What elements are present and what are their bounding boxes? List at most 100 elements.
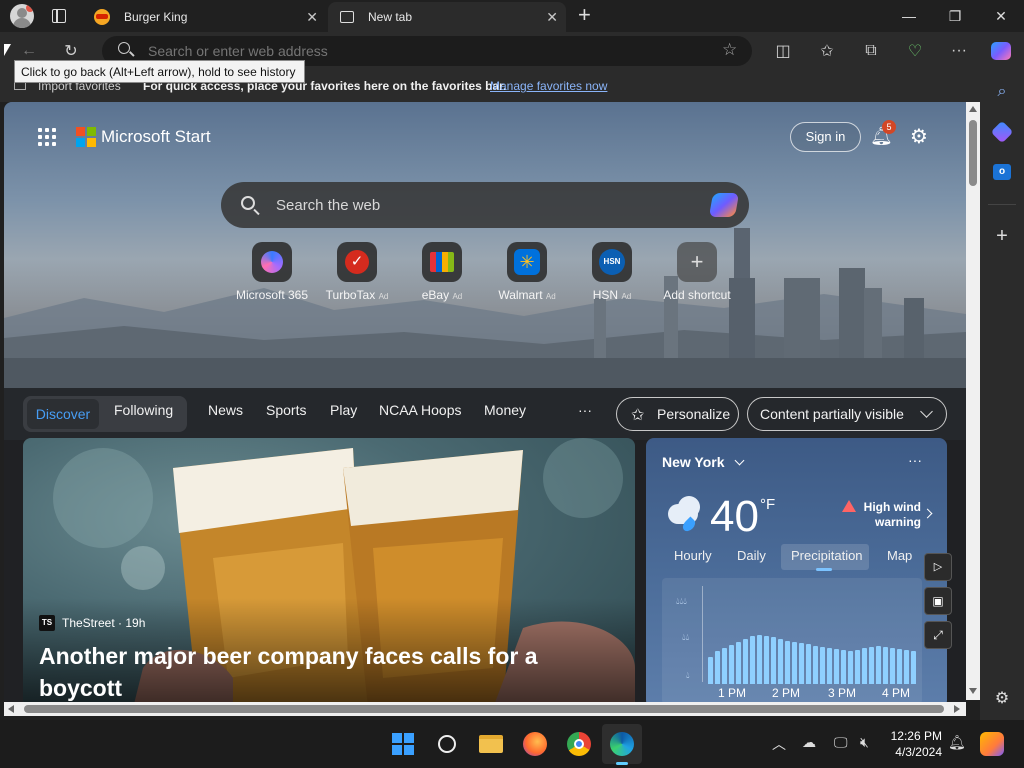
scroll-right-arrow[interactable]: [954, 705, 960, 713]
shortcut-ebay[interactable]: eBay Ad: [399, 242, 485, 302]
precipitation-bar: [792, 642, 797, 684]
profile-avatar[interactable]: [10, 4, 34, 28]
split-screen-button[interactable]: ◫: [768, 36, 798, 66]
show-hidden-icons[interactable]: ︿: [772, 734, 786, 754]
play-button[interactable]: ▷: [924, 553, 952, 581]
network-icon[interactable]: 🖵︎: [834, 734, 848, 751]
precipitation-bar: [820, 647, 825, 684]
scroll-up-arrow[interactable]: [969, 106, 977, 112]
precipitation-bar: [876, 646, 881, 684]
sidebar-settings-icon[interactable]: ⚙: [990, 686, 1014, 710]
precipitation-chart: 💧︎💧︎💧︎ 💧︎💧︎ 💧︎ 1 PM 2 PM 3 PM 4 PM: [662, 578, 922, 702]
browser-essentials-button[interactable]: ♡: [900, 36, 930, 66]
weather-location[interactable]: New York: [662, 454, 745, 470]
weather-alert[interactable]: High wind warning: [856, 500, 921, 530]
copilot-sidebar-icon[interactable]: [990, 120, 1014, 144]
tab-discover[interactable]: Discover: [27, 399, 99, 429]
chevron-right-icon[interactable]: [922, 508, 933, 519]
close-icon[interactable]: ✕: [546, 9, 558, 26]
volume-muted-icon[interactable]: 🔇︎: [860, 734, 869, 751]
scroll-down-arrow[interactable]: [969, 688, 977, 694]
chrome-button[interactable]: [565, 730, 593, 758]
edge-button[interactable]: [608, 730, 636, 758]
microsoft-365-icon: [252, 242, 292, 282]
manage-favorites-link[interactable]: Manage favorites now: [490, 79, 607, 93]
article-source: TheStreet · 19h: [62, 616, 146, 630]
apps-launcher-icon[interactable]: [38, 128, 56, 146]
clock[interactable]: 12:26 PM 4/3/2024: [886, 728, 942, 760]
restore-button[interactable]: ❐: [932, 0, 978, 32]
more-tabs-button[interactable]: ···: [578, 402, 592, 418]
page-settings-icon[interactable]: ⚙: [910, 124, 928, 149]
start-button[interactable]: [389, 730, 417, 758]
article-headline[interactable]: Another major beer company faces calls f…: [39, 640, 599, 702]
web-search-box[interactable]: Search the web: [221, 182, 749, 228]
weather-tab-map[interactable]: Map: [887, 548, 912, 563]
scroll-thumb[interactable]: [24, 705, 944, 713]
precipitation-bar: [855, 650, 860, 684]
tab-sports[interactable]: Sports: [266, 402, 306, 418]
weather-tab-hourly[interactable]: Hourly: [674, 548, 712, 563]
close-icon[interactable]: ✕: [306, 9, 318, 26]
weather-card[interactable]: New York ··· 40 °F High wind warning Hou…: [646, 438, 947, 702]
brand-title[interactable]: Microsoft Start: [101, 127, 211, 147]
tab-burger-king[interactable]: Burger King ✕: [86, 2, 326, 32]
favorites-button[interactable]: ✩: [812, 36, 842, 66]
weather-tab-daily[interactable]: Daily: [737, 548, 766, 563]
title-bar: Burger King ✕ New tab ✕ + — ❐ ✕: [0, 0, 1024, 32]
file-explorer-button[interactable]: [477, 730, 505, 758]
minimize-button[interactable]: —: [886, 0, 932, 32]
personalize-button[interactable]: ✩ Personalize: [616, 397, 739, 431]
copilot-pre-icon[interactable]: [980, 732, 1004, 756]
taskbar-search-button[interactable]: [433, 730, 461, 758]
copilot-button[interactable]: [986, 36, 1016, 66]
add-shortcut-button[interactable]: + Add shortcut: [654, 242, 740, 302]
shortcut-hsn[interactable]: HSN HSN Ad: [569, 242, 655, 302]
chevron-down-icon: [734, 455, 745, 466]
weather-more-options[interactable]: ···: [908, 452, 922, 468]
search-placeholder: Search the web: [276, 197, 381, 214]
expand-button[interactable]: ⤢: [924, 621, 952, 649]
tab-ncaa-hoops[interactable]: NCAA Hoops: [379, 402, 461, 418]
outlook-icon[interactable]: o: [990, 160, 1014, 184]
add-sidebar-app-icon[interactable]: +: [990, 224, 1014, 248]
mouse-cursor: [4, 44, 11, 56]
firefox-button[interactable]: [521, 730, 549, 758]
horizontal-scrollbar[interactable]: [4, 702, 966, 716]
search-icon[interactable]: ⌕: [990, 80, 1014, 104]
notification-center-icon[interactable]: 🔔︎: [948, 734, 966, 751]
tab-play[interactable]: Play: [330, 402, 357, 418]
scroll-thumb[interactable]: [969, 120, 977, 186]
precipitation-bar: [764, 636, 769, 684]
precipitation-bar: [729, 645, 734, 684]
weather-tab-precipitation[interactable]: Precipitation: [791, 548, 863, 563]
sign-in-button[interactable]: Sign in: [790, 122, 861, 152]
tab-money[interactable]: Money: [484, 402, 526, 418]
scroll-left-arrow[interactable]: [8, 705, 14, 713]
vertical-scrollbar[interactable]: [966, 102, 980, 700]
collections-button[interactable]: ⧉: [856, 36, 886, 66]
tab-label: Burger King: [124, 10, 188, 24]
tab-new-tab[interactable]: New tab ✕: [328, 2, 566, 32]
shortcut-turbotax[interactable]: ✓ TurboTax Ad: [314, 242, 400, 302]
tab-following[interactable]: Following: [114, 402, 173, 418]
precipitation-bar: [862, 648, 867, 684]
weather-unit[interactable]: °F: [760, 496, 775, 513]
image-button[interactable]: ▣: [924, 587, 952, 615]
tab-actions-icon[interactable]: [52, 9, 66, 23]
address-input[interactable]: [148, 43, 708, 59]
favorite-star-icon[interactable]: ☆: [722, 40, 737, 60]
tab-news[interactable]: News: [208, 402, 243, 418]
copilot-icon[interactable]: [708, 193, 740, 217]
shortcut-walmart[interactable]: ✳ Walmart Ad: [484, 242, 570, 302]
close-window-button[interactable]: ✕: [978, 0, 1024, 32]
onedrive-icon[interactable]: ☁: [802, 734, 816, 751]
turbotax-icon: ✓: [337, 242, 377, 282]
windows-logo-icon: [392, 733, 414, 755]
article-card[interactable]: TS TheStreet · 19h Another major beer co…: [23, 438, 635, 702]
new-tab-button[interactable]: +: [578, 4, 598, 28]
shortcut-microsoft-365[interactable]: Microsoft 365: [229, 242, 315, 302]
search-icon: [118, 42, 130, 54]
settings-and-more-button[interactable]: ···: [944, 36, 974, 66]
content-visibility-dropdown[interactable]: Content partially visible: [747, 397, 947, 431]
